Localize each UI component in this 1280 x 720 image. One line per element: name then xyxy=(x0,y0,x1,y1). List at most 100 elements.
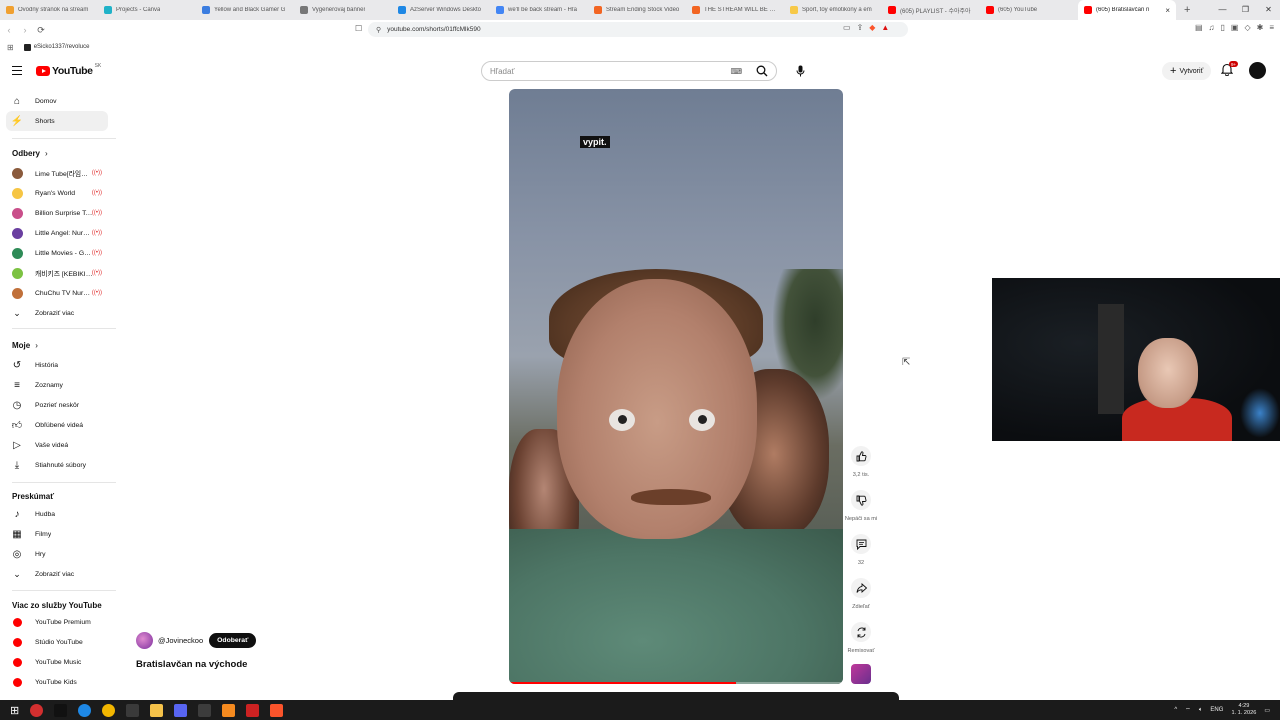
like-button[interactable]: 3,2 tis. xyxy=(844,446,878,478)
puzzle-icon[interactable]: ✱ xyxy=(1257,23,1264,32)
browser-tab[interactable]: Yellow and Black Gamer G xyxy=(196,0,294,20)
sidebar-item-playlists[interactable]: ≡ Zoznamy xyxy=(6,375,108,395)
video-progress-bar[interactable] xyxy=(509,682,843,684)
taskbar-app-icon[interactable] xyxy=(30,703,44,717)
tab-close-icon[interactable]: × xyxy=(1161,6,1170,15)
close-window-icon[interactable]: ✕ xyxy=(1257,0,1280,20)
shorts-video-player[interactable]: vypit. xyxy=(509,89,843,684)
panel-icon[interactable]: ▯ xyxy=(1221,23,1225,32)
browser-tab[interactable]: we'll be back stream - Hľa xyxy=(490,0,588,20)
sidebar-item-liked-videos[interactable]: 👍︎ Obľúbené videá xyxy=(6,415,108,435)
search-button[interactable] xyxy=(748,62,776,80)
subscribe-button[interactable]: Odoberať xyxy=(209,633,257,648)
browser-tab[interactable]: Ovodný stránok na stream xyxy=(0,0,98,20)
apps-grid-icon[interactable]: ⊞ xyxy=(7,43,14,52)
bookmark-item[interactable]: eSicko1337/revoluce xyxy=(23,43,89,51)
youtube-logo[interactable]: YouTube SK xyxy=(36,63,101,77)
windows-start-icon[interactable]: ⊞ xyxy=(10,704,19,717)
notification-center-icon[interactable]: ▭ xyxy=(1264,707,1270,714)
more-youtube-item[interactable]: YouTube Kids xyxy=(6,672,108,692)
tray-chevron-icon[interactable]: ^ xyxy=(1174,707,1177,713)
vpn-icon[interactable]: ◇ xyxy=(1244,23,1250,32)
more-youtube-item[interactable]: Štúdio YouTube xyxy=(6,632,108,652)
dislike-button[interactable]: Nepáči sa mi xyxy=(844,490,878,522)
sidebar-item-shorts[interactable]: ⚡ Shorts xyxy=(6,111,108,131)
subscription-item[interactable]: ChuChu TV Nursery ((•)) xyxy=(6,283,108,303)
volume-icon[interactable]: 🔈︎ xyxy=(1199,707,1203,714)
minimize-icon[interactable]: — xyxy=(1211,0,1234,20)
browser-tab[interactable]: Projects - Canva xyxy=(98,0,196,20)
channel-avatar[interactable] xyxy=(136,632,153,649)
media-icon[interactable]: ♫ xyxy=(1209,23,1215,32)
you-heading[interactable]: Moje › xyxy=(12,341,38,350)
language-indicator[interactable]: ENG xyxy=(1210,707,1223,713)
sidebar-item-music[interactable]: ♪ Hudba xyxy=(6,504,108,524)
taskbar-app-icon[interactable] xyxy=(102,703,116,717)
site-info-icon[interactable]: ⚲ xyxy=(376,26,381,34)
browser-tab[interactable]: AzServer Windows Deskto xyxy=(392,0,490,20)
sidebar-item-your-videos[interactable]: ▷ Vaše videá xyxy=(6,435,108,455)
sidebar-item-downloads[interactable]: ⤓ Stiahnuté súbory xyxy=(6,455,108,475)
taskbar-app-icon[interactable] xyxy=(150,703,164,717)
subscription-item[interactable]: Little Angel: Nursery ((•)) xyxy=(6,223,108,243)
brave-rewards-icon[interactable]: ▲ xyxy=(881,23,889,32)
restore-icon[interactable]: ❐ xyxy=(1234,0,1257,20)
sidebar-item-history[interactable]: ↺ História xyxy=(6,355,108,375)
browser-tab[interactable]: (605) YouTube xyxy=(980,0,1078,20)
show-more-button[interactable]: ⌄ Zobraziť viac xyxy=(6,303,108,323)
short-title[interactable]: Bratislavčan na východe xyxy=(136,659,247,670)
more-youtube-item[interactable]: YouTube Premium xyxy=(6,612,108,632)
taskbar-app-icon[interactable] xyxy=(54,703,68,717)
clock[interactable]: 4:29 1. 1. 2026 xyxy=(1231,703,1256,717)
comments-button[interactable]: 32 xyxy=(844,534,878,566)
subscription-item[interactable]: Lime Tube[라임튜브] ((•)) xyxy=(6,163,108,183)
sidebar-toggle-icon[interactable]: ▤ xyxy=(1195,23,1203,32)
new-tab-button[interactable]: + xyxy=(1176,4,1198,16)
back-icon[interactable]: ‹ xyxy=(2,25,16,35)
bookmark-page-icon[interactable]: ☐ xyxy=(355,24,362,33)
subscription-item[interactable]: 캐비키즈 [KEBIKIDS] ((•)) xyxy=(6,263,108,283)
share-button[interactable]: Zdieľať xyxy=(844,578,878,610)
remix-button[interactable]: Remixovať xyxy=(844,622,878,654)
taskbar-app-icon[interactable] xyxy=(222,703,236,717)
taskbar-app-icon[interactable] xyxy=(174,703,188,717)
subscription-item[interactable]: Billion Surprise Toys ((•)) xyxy=(6,203,108,223)
forward-icon[interactable]: › xyxy=(18,25,32,35)
browser-tab[interactable]: (605) PLAYLIST - 수아주아 xyxy=(882,0,980,20)
reload-icon[interactable]: ⟳ xyxy=(34,25,48,36)
voice-search-button[interactable] xyxy=(790,61,810,81)
notifications-button[interactable]: 9+ xyxy=(1220,61,1239,81)
brave-shield-icon[interactable]: ◆ xyxy=(869,23,875,32)
taskbar-app-icon[interactable] xyxy=(126,703,140,717)
subscriptions-heading[interactable]: Odbery › xyxy=(12,149,48,158)
cast-icon[interactable]: ▭ xyxy=(843,23,851,32)
browser-tab[interactable]: THE STREAM WILL BE END xyxy=(686,0,784,20)
search-input[interactable] xyxy=(482,66,722,76)
address-bar[interactable]: ⚲ youtube.com/shorts/01ffcMlk590 xyxy=(368,22,908,37)
sound-thumbnail[interactable] xyxy=(851,664,871,684)
subscription-item[interactable]: Ryan's World ((•)) xyxy=(6,183,108,203)
account-avatar[interactable] xyxy=(1249,62,1266,79)
sidebar-item-movies[interactable]: ▦ Filmy xyxy=(6,524,108,544)
share-page-icon[interactable]: ⇪ xyxy=(857,23,864,32)
taskbar-app-icon[interactable] xyxy=(246,703,260,717)
create-button[interactable]: + Vytvoriť xyxy=(1162,62,1212,80)
keyboard-icon[interactable]: ⌨ xyxy=(730,67,742,76)
sidebar-item-domov[interactable]: ⌂ Domov xyxy=(6,91,108,111)
guide-menu-icon[interactable] xyxy=(12,66,22,78)
more-youtube-item[interactable]: YouTube Music xyxy=(6,652,108,672)
channel-name[interactable]: @Jovineckoo xyxy=(158,636,203,645)
show-more-button[interactable]: ⌄ Zobraziť viac xyxy=(6,564,108,584)
network-icon[interactable]: ⌔ xyxy=(1185,706,1191,714)
taskbar-app-icon[interactable] xyxy=(198,703,212,717)
browser-tab[interactable]: Sport, toy emotikony a em xyxy=(784,0,882,20)
browser-tab[interactable]: Stream Ending Stock Video xyxy=(588,0,686,20)
sidebar-item-gaming[interactable]: ◎ Hry xyxy=(6,544,108,564)
taskbar-app-icon[interactable] xyxy=(270,703,284,717)
browser-menu-icon[interactable]: ≡ xyxy=(1269,23,1274,32)
subscription-item[interactable]: Little Movies - Games((•)) xyxy=(6,243,108,263)
wallet-icon[interactable]: ▣ xyxy=(1231,23,1239,32)
taskbar-app-icon[interactable] xyxy=(78,703,92,717)
browser-tab[interactable]: (605) Bratislavčan n × xyxy=(1078,0,1176,20)
sidebar-item-watch-later[interactable]: ◷ Pozrieť neskôr xyxy=(6,395,108,415)
